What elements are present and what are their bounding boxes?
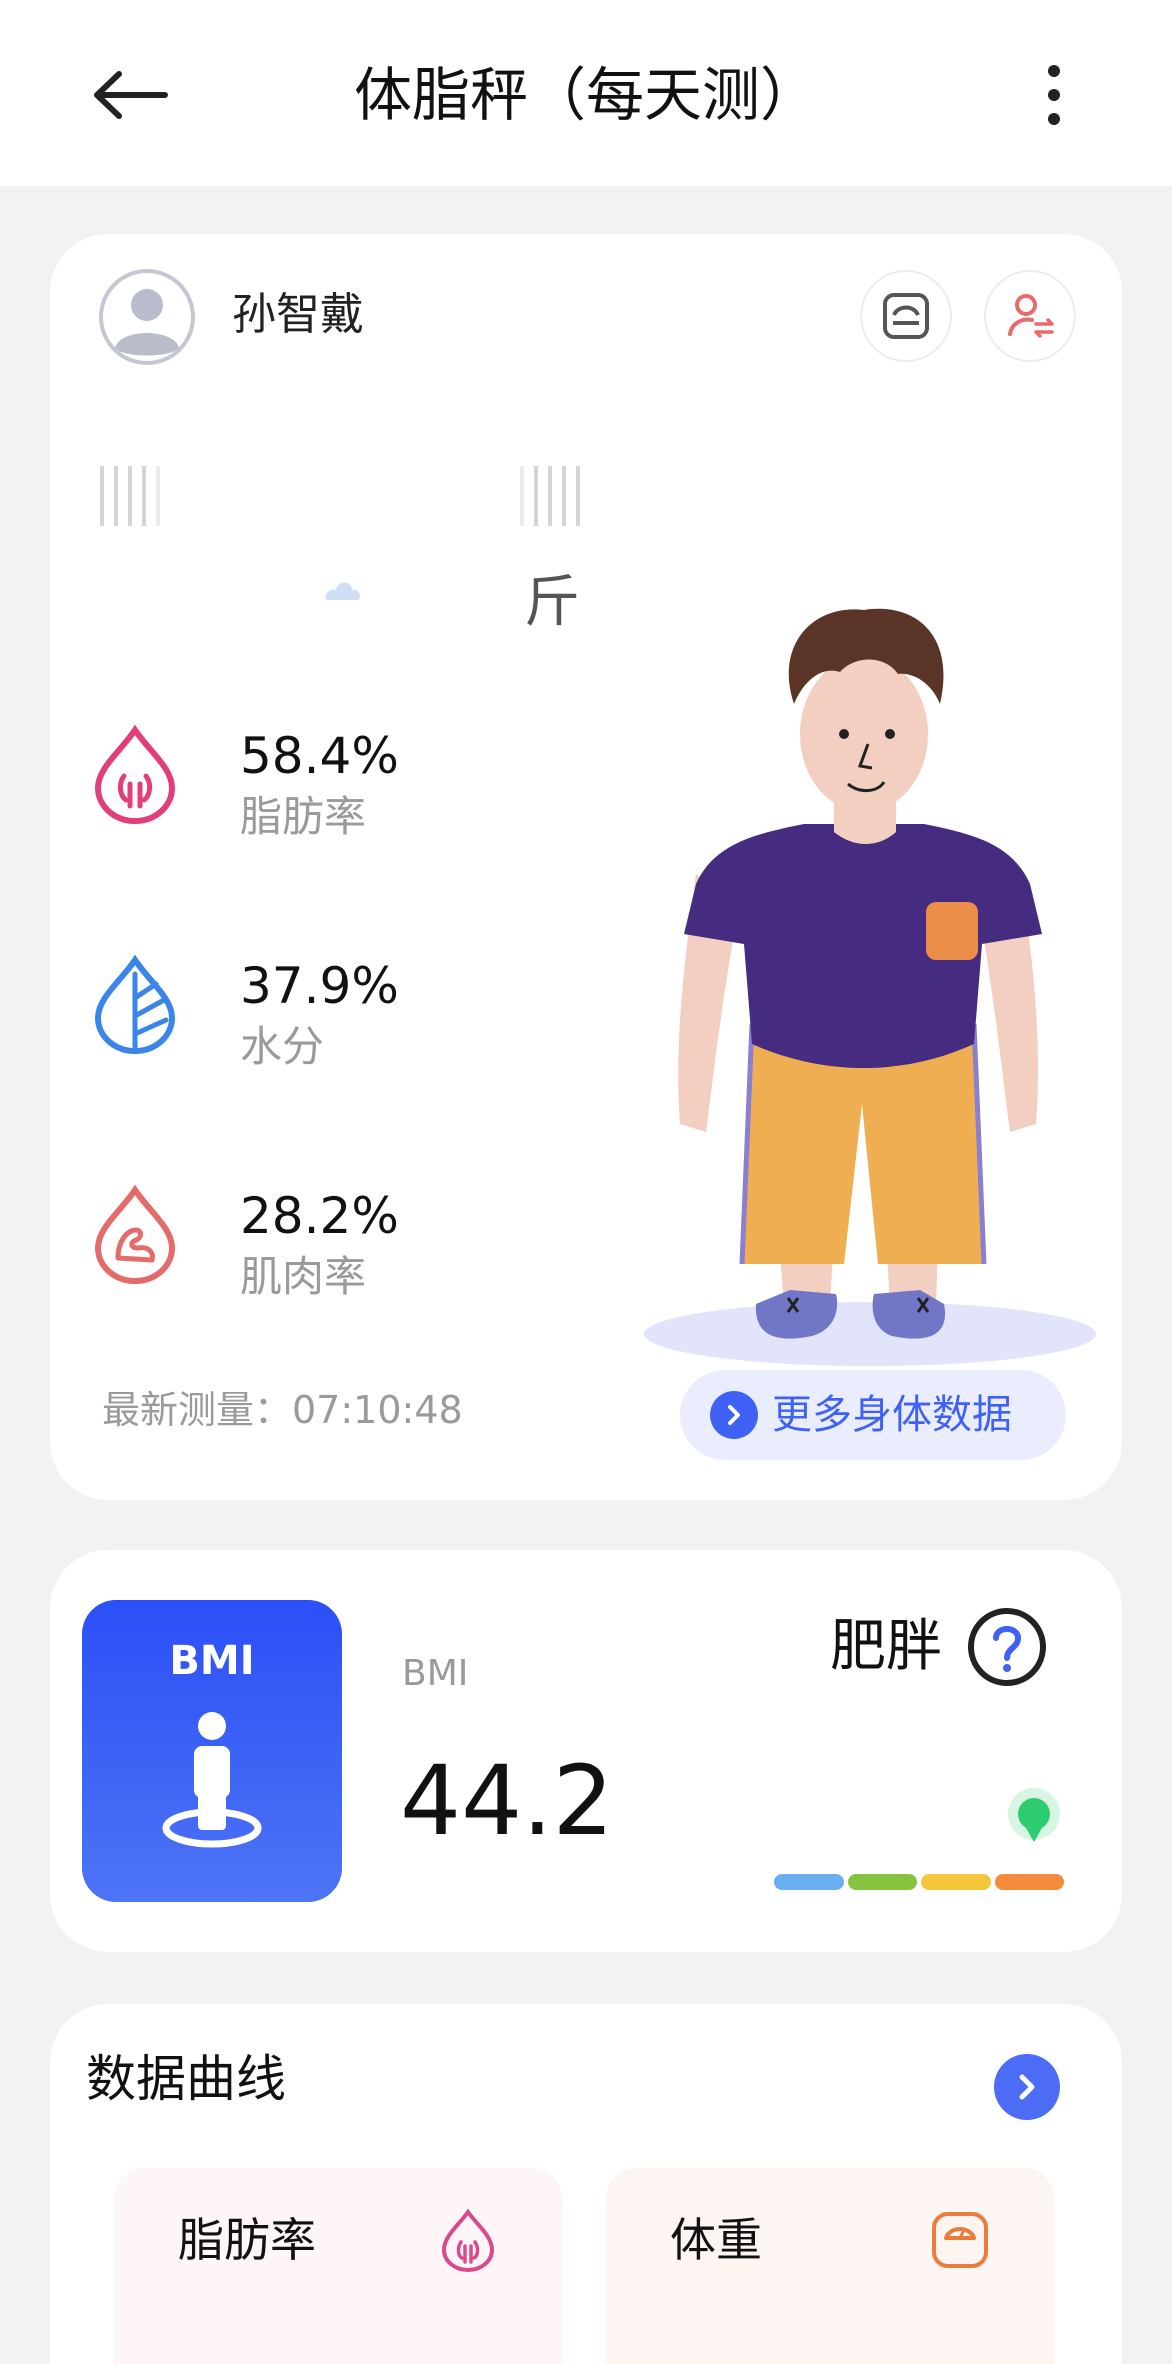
bmi-value: 44.2 — [400, 1745, 614, 1857]
water-value: 37.9% — [240, 957, 399, 1015]
app-bar: 体脂秤（每天测） — [0, 0, 1172, 186]
more-vertical-icon — [1048, 65, 1060, 125]
muscle-rate-label: 肌肉率 — [240, 1252, 367, 1301]
more-body-data-label: 更多身体数据 — [772, 1392, 1012, 1438]
weight-pointer-icon — [325, 582, 360, 600]
scale-device-button[interactable] — [860, 270, 952, 362]
more-options-button[interactable] — [1024, 58, 1084, 132]
weight-ticks-right — [520, 466, 580, 526]
bmi-scale-segment — [847, 1874, 917, 1890]
bmi-tile-label: BMI — [169, 1638, 255, 1684]
bmi-card[interactable]: BMI BMI 44.2 肥胖 — [50, 1550, 1122, 1952]
bmi-scale-segment — [774, 1874, 844, 1890]
water-leaf-icon — [94, 954, 176, 1054]
water-label: 水分 — [240, 1022, 325, 1071]
fat-rate-label: 脂肪率 — [240, 792, 367, 841]
bmi-scale-segment — [921, 1874, 991, 1890]
page-title: 体脂秤（每天测） — [353, 61, 818, 129]
bmi-scale-bar — [774, 1874, 1064, 1890]
fat-rate-value: 58.4% — [240, 727, 399, 785]
weight-ticks-left — [100, 466, 160, 526]
more-body-data-button[interactable]: 更多身体数据 — [680, 1370, 1066, 1460]
switch-user-icon — [1008, 294, 1054, 338]
muscle-rate-value: 28.2% — [240, 1187, 399, 1245]
fat-rate-curve-label: 脂肪率 — [178, 2213, 316, 2267]
scale-device-icon — [883, 293, 929, 339]
weight-curve-label: 体重 — [670, 2213, 762, 2267]
help-icon[interactable] — [966, 1606, 1048, 1688]
muscle-drop-icon — [94, 1184, 176, 1284]
data-curve-more-button[interactable] — [994, 2054, 1060, 2120]
username: 孙智戴 — [232, 289, 364, 340]
weight-curve-card[interactable]: 体重 — [606, 2168, 1054, 2364]
switch-user-button[interactable] — [984, 270, 1076, 362]
avatar[interactable] — [98, 268, 196, 366]
data-curve-title: 数据曲线 — [86, 2050, 286, 2108]
bmi-scale-segment — [994, 1874, 1064, 1890]
scale-icon — [932, 2212, 988, 2268]
fat-drop-icon — [94, 724, 176, 824]
weight-unit: 斤 — [524, 570, 580, 635]
bmi-indicator-icon — [1008, 1788, 1060, 1842]
body-figure-illustration — [644, 608, 1096, 1366]
bmi-tile: BMI — [82, 1600, 342, 1902]
data-curve-card: 数据曲线 脂肪率 体重 — [50, 2004, 1122, 2364]
bmi-label: BMI — [402, 1653, 469, 1694]
body-composition-card: 孙智戴 斤 58.4% 脂肪率 37.9% 水分 28.2% 肌肉率 最新测量：… — [50, 234, 1122, 1500]
bmi-status: 肥胖 — [830, 1614, 942, 1679]
fat-rate-curve-card[interactable]: 脂肪率 — [114, 2168, 562, 2364]
latest-measurement-time: 最新测量：07:10:48 — [102, 1388, 463, 1432]
person-standing-icon — [162, 1712, 262, 1848]
fat-drop-icon — [441, 2208, 495, 2272]
chevron-right-icon — [1019, 2074, 1035, 2100]
chevron-right-icon — [710, 1391, 758, 1439]
user-avatar-icon — [99, 269, 195, 365]
